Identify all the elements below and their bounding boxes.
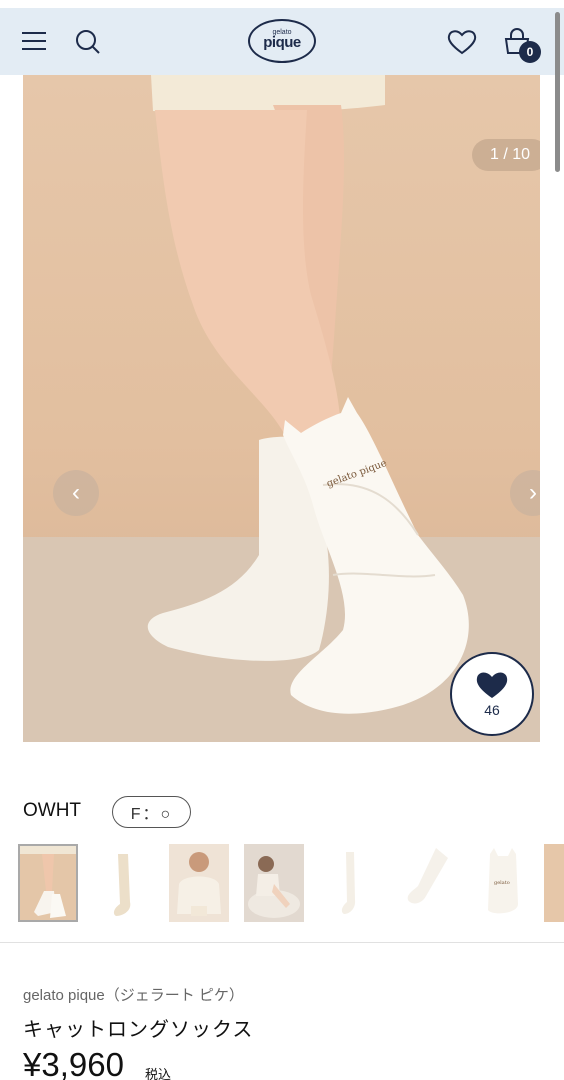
previous-image-button[interactable]: ‹: [53, 470, 99, 516]
thumbnail-image[interactable]: [18, 844, 78, 922]
thumbnail-image[interactable]: [396, 844, 456, 922]
product-main-image[interactable]: gelato pique 1 / 10 ‹ ›: [23, 75, 540, 742]
site-header: gelato pique: [0, 0, 564, 75]
thumbnail-image[interactable]: [169, 844, 229, 922]
search-icon[interactable]: [74, 28, 102, 56]
thumbnail-image[interactable]: [320, 844, 380, 922]
size-option[interactable]: F：○: [112, 796, 191, 828]
thumbnail-image[interactable]: [544, 844, 564, 922]
product-photo-illustration: gelato pique: [23, 75, 540, 742]
brand-logo[interactable]: gelato pique: [248, 19, 316, 63]
heart-filled-icon: [476, 672, 508, 698]
brand-name[interactable]: gelato pique（ジェラート ピケ）: [23, 984, 244, 1005]
thumbnail-strip[interactable]: gelato: [18, 844, 564, 924]
logo-big-text: pique: [263, 33, 301, 51]
cart-count-badge: 0: [519, 41, 541, 63]
favorite-count: 46: [484, 702, 500, 718]
page-scrollbar[interactable]: [555, 12, 560, 172]
product-title: キャットロングソックス: [23, 1019, 254, 1041]
thumbnail-image[interactable]: [94, 844, 154, 922]
chevron-left-icon: ‹: [72, 479, 80, 506]
color-label: OWHT: [23, 800, 82, 821]
section-divider: [0, 942, 564, 943]
wishlist-heart-icon[interactable]: [447, 28, 477, 56]
favorite-button[interactable]: 46: [450, 652, 534, 736]
image-counter: 1 / 10: [472, 139, 540, 171]
svg-text:gelato: gelato: [494, 880, 510, 886]
product-price: ¥3,960: [23, 1046, 124, 1080]
chevron-right-icon: ›: [529, 479, 537, 506]
thumbnail-image[interactable]: [244, 844, 304, 922]
hamburger-menu-icon[interactable]: [22, 28, 50, 56]
tax-included-label: 税込: [145, 1067, 172, 1080]
thumbnail-image[interactable]: gelato: [472, 844, 532, 922]
